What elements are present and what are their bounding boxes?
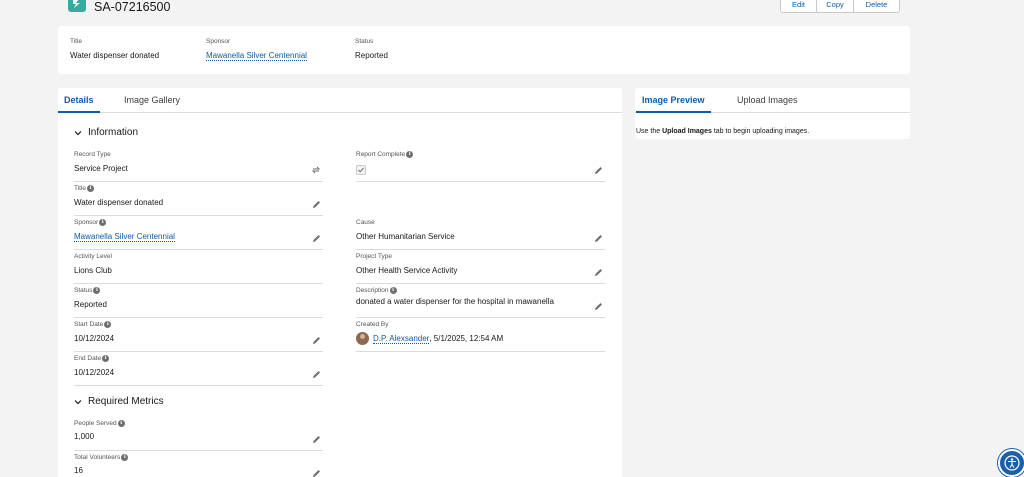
report-complete-checkbox (356, 165, 366, 175)
field-value: Water dispenser donated (74, 198, 164, 207)
field-end-date: End Date i 10/12/2024 (74, 352, 323, 386)
checkmark-icon (358, 167, 364, 173)
highlight-sponsor-label: Sponsor (206, 38, 231, 45)
edit-pencil-icon[interactable] (312, 435, 321, 444)
field-label: Description (356, 287, 389, 294)
field-value: Other Health Service Activity (356, 266, 458, 275)
field-value: Service Project (74, 164, 128, 173)
field-label: Activity Level (74, 253, 112, 260)
field-value: donated a water dispenser for the hospit… (356, 297, 554, 306)
field-label: Total Volunteers (74, 454, 121, 461)
tab-image-gallery[interactable]: Image Gallery (118, 88, 186, 113)
details-card: Details Image Gallery Information Record… (58, 88, 622, 477)
service-activity-icon (68, 0, 86, 12)
action-button-group: Edit Copy Delete (780, 0, 900, 13)
edit-pencil-icon[interactable] (312, 370, 321, 379)
highlight-status-value: Reported (355, 51, 388, 60)
field-activity-level: Activity Level Lions Club (74, 250, 323, 284)
highlight-sponsor-link[interactable]: Mawanella Silver Centennial (206, 51, 307, 61)
field-label: Cause (356, 219, 375, 226)
info-icon[interactable]: i (102, 355, 110, 362)
field-description: Description i donated a water dispenser f… (356, 284, 605, 318)
delete-button[interactable]: Delete (854, 0, 900, 13)
edit-pencil-icon[interactable] (594, 268, 603, 277)
field-value: Lions Club (74, 266, 112, 275)
tab-image-preview[interactable]: Image Preview (636, 88, 711, 113)
field-label: Created By (356, 321, 389, 328)
field-label: Report Complete (356, 151, 406, 158)
section-required-metrics-title: Required Metrics (88, 396, 164, 407)
field-value: 10/12/2024 (74, 368, 115, 377)
details-tabs: Details Image Gallery (58, 88, 622, 113)
highlight-title-label: Title (70, 38, 83, 45)
field-value: Reported (74, 300, 107, 309)
edit-pencil-icon[interactable] (594, 302, 603, 311)
field-label: Sponsor (74, 219, 99, 226)
edit-pencil-icon[interactable] (312, 336, 321, 345)
field-title: Title i Water dispenser donated (74, 182, 323, 216)
field-label: Record Type (74, 151, 111, 158)
edit-pencil-icon[interactable] (312, 234, 321, 243)
info-icon[interactable]: i (104, 321, 112, 328)
highlight-title: Title Water dispenser donated (70, 38, 159, 60)
field-label: Start Date (74, 321, 104, 328)
tab-upload-images[interactable]: Upload Images (731, 88, 804, 113)
highlight-sponsor: Sponsor Mawanella Silver Centennial (206, 38, 307, 61)
info-icon[interactable]: i (87, 185, 95, 192)
tab-details[interactable]: Details (58, 88, 100, 113)
created-date: , 5/1/2025, 12:54 AM (429, 334, 504, 343)
record-title: SA-07216500 (94, 0, 171, 14)
field-value: 16 (74, 466, 83, 475)
field-value: Other Humanitarian Service (356, 232, 455, 241)
info-icon[interactable]: i (93, 287, 101, 294)
edit-pencil-icon[interactable] (312, 200, 321, 209)
info-icon[interactable]: i (121, 454, 129, 461)
field-sponsor: Sponsor i Mawanella Silver Centennial (74, 216, 323, 250)
created-by-user-link[interactable]: D.P. Alexsander (373, 334, 430, 344)
sponsor-link[interactable]: Mawanella Silver Centennial (74, 232, 175, 242)
upload-hint-text: Use the Upload Images tab to begin uploa… (636, 128, 810, 135)
highlight-title-value: Water dispenser donated (70, 51, 160, 60)
info-icon[interactable]: i (406, 151, 414, 158)
field-label: Project Type (356, 253, 393, 260)
copy-button[interactable]: Copy (817, 0, 854, 13)
image-preview-card: Image Preview Upload Images Use the Uplo… (635, 88, 910, 139)
field-created-by: Created By D.P. Alexsander , 5/1/2025, 1… (356, 318, 605, 352)
preview-tabs: Image Preview Upload Images (635, 88, 910, 113)
field-project-type: Project Type Other Health Service Activi… (356, 250, 605, 284)
record-header: SA-07216500 Edit Copy Delete (60, 0, 910, 14)
info-icon[interactable]: i (117, 420, 125, 427)
chevron-down-icon (74, 399, 82, 404)
edit-pencil-icon[interactable] (594, 166, 603, 175)
field-label: People Served (74, 420, 117, 427)
accessibility-icon (1004, 455, 1020, 471)
field-value: 1,000 (74, 432, 95, 441)
chevron-down-icon (74, 130, 82, 135)
highlight-status: Status Reported (355, 38, 388, 60)
field-report-complete: Report Complete i (356, 148, 605, 182)
section-required-metrics-toggle[interactable]: Required Metrics (74, 396, 164, 407)
field-start-date: Start Date i 10/12/2024 (74, 318, 323, 352)
edit-button[interactable]: Edit (780, 0, 817, 13)
field-total-volunteers: Total Volunteers i 16 (74, 451, 323, 477)
highlights-panel: Title Water dispenser donated Sponsor Ma… (58, 26, 910, 74)
change-record-type-icon[interactable] (311, 165, 321, 175)
field-record-type: Record Type Service Project (74, 148, 323, 182)
field-label: End Date (74, 355, 102, 362)
edit-pencil-icon[interactable] (312, 469, 321, 477)
field-value: 10/12/2024 (74, 334, 115, 343)
highlight-status-label: Status (355, 38, 374, 45)
field-label: Status (74, 287, 93, 294)
avatar (356, 332, 369, 345)
info-icon[interactable]: i (99, 219, 107, 226)
field-people-served: People Served i 1,000 (74, 417, 323, 451)
info-icon[interactable]: i (389, 287, 397, 294)
accessibility-button[interactable] (998, 449, 1024, 477)
section-information-toggle[interactable]: Information (74, 127, 138, 138)
field-cause: Cause Other Humanitarian Service (356, 216, 605, 250)
section-information-title: Information (88, 127, 139, 138)
field-status: Status i Reported (74, 284, 323, 318)
field-label: Title (74, 185, 87, 192)
edit-pencil-icon[interactable] (594, 234, 603, 243)
